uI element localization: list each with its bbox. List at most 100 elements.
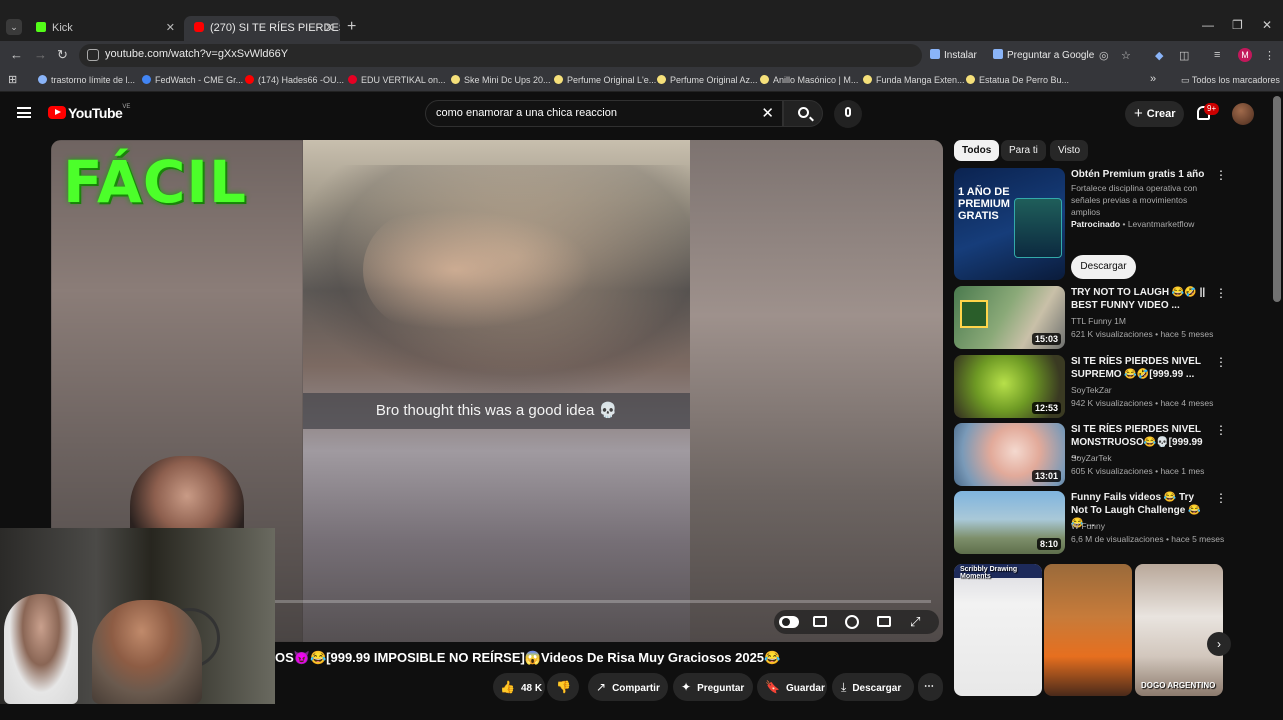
- new-tab-icon[interactable]: +: [347, 18, 356, 36]
- tab-search-button[interactable]: ⌄: [6, 19, 22, 35]
- channel-name[interactable]: TTL Funny 1M: [1071, 316, 1126, 326]
- tab-title: (270) SI TE RÍES PIERDES N: [210, 22, 340, 34]
- bookmark-favicon-icon: [348, 75, 357, 84]
- ad-download-button[interactable]: Descargar: [1071, 255, 1136, 279]
- close-tab-icon[interactable]: ✕: [166, 16, 175, 40]
- video-meta: 942 K visualizaciones • hace 4 meses: [1071, 398, 1214, 408]
- list-item[interactable]: 8:10 Funny Fails videos 😂 Try Not To Lau…: [954, 491, 1264, 554]
- chip-all[interactable]: Todos: [954, 140, 1000, 161]
- bookmark-favicon-icon: [863, 75, 872, 84]
- ad-thumbnail[interactable]: 1 AÑO DE PREMIUM GRATIS: [954, 168, 1065, 280]
- video-thumbnail[interactable]: 8:10: [954, 491, 1065, 554]
- search-icon: [798, 107, 809, 118]
- all-bookmarks-button[interactable]: ▭ Todos los marcadores: [1181, 75, 1280, 86]
- more-actions-button[interactable]: ⋯: [918, 673, 943, 701]
- video-scene-arm: [363, 210, 593, 330]
- chip-for-you[interactable]: Para ti: [1001, 140, 1046, 161]
- page-scrollbar[interactable]: [1273, 96, 1281, 302]
- ask-google-label: Preguntar a Google: [1007, 50, 1095, 61]
- tab-groups-icon[interactable]: ≡: [1214, 49, 1220, 61]
- youtube-logo[interactable]: YouTubeVE: [48, 104, 130, 123]
- bookmark-item[interactable]: Anillo Masónico | M...: [760, 75, 858, 85]
- video-thumbnail[interactable]: 15:03: [954, 286, 1065, 349]
- more-options-icon[interactable]: ⋮: [1215, 423, 1227, 437]
- video-thumbnail[interactable]: 12:53: [954, 355, 1065, 418]
- bookmark-star-icon[interactable]: ☆: [1121, 49, 1131, 62]
- subtitles-icon[interactable]: [813, 616, 827, 627]
- more-options-icon[interactable]: ⋮: [1215, 491, 1227, 505]
- more-options-icon[interactable]: ⋮: [1215, 355, 1227, 369]
- save-button[interactable]: 🔖 Guardar: [757, 673, 827, 701]
- search-input[interactable]: como enamorar a una chica reaccion ✕: [425, 100, 783, 127]
- video-duration: 13:01: [1031, 470, 1061, 482]
- channel-name[interactable]: SoyZarTek: [1071, 453, 1112, 463]
- more-options-icon[interactable]: ⋮: [1215, 168, 1227, 182]
- close-window-icon[interactable]: ✕: [1262, 18, 1272, 32]
- bookmark-item[interactable]: Estatua De Perro Bu...: [966, 75, 1069, 85]
- voice-search-button[interactable]: [834, 100, 862, 128]
- install-icon: [930, 49, 940, 59]
- more-bookmarks-icon[interactable]: »: [1150, 73, 1156, 85]
- extension-shield-icon[interactable]: ◆: [1155, 49, 1163, 62]
- search-button[interactable]: [783, 100, 823, 127]
- reload-icon[interactable]: ↻: [57, 47, 68, 63]
- tab-kick[interactable]: Kick ✕: [26, 16, 181, 41]
- more-options-icon[interactable]: ⋮: [1215, 286, 1227, 300]
- maximize-icon[interactable]: ❐: [1232, 18, 1243, 32]
- ad-chart-image: [1014, 198, 1062, 258]
- channel-name[interactable]: SoyTekZar: [1071, 385, 1112, 395]
- eye-off-icon[interactable]: ◎: [1099, 49, 1109, 62]
- bookmark-item[interactable]: (174) Hades66 -OU...: [245, 75, 344, 85]
- chip-watched[interactable]: Visto: [1050, 140, 1089, 161]
- autoplay-toggle[interactable]: [779, 616, 799, 628]
- menu-hamburger-icon[interactable]: [17, 107, 31, 118]
- list-item[interactable]: 13:01 SI TE RÍES PIERDES NIVEL MONSTRUOS…: [954, 423, 1264, 486]
- ask-google-button[interactable]: Preguntar a Google: [993, 47, 1094, 65]
- close-tab-icon[interactable]: ✕: [325, 16, 334, 40]
- video-meta: 605 K visualizaciones • hace 1 mes: [1071, 466, 1205, 476]
- clear-search-icon[interactable]: ✕: [761, 104, 774, 122]
- list-item[interactable]: 12:53 SI TE RÍES PIERDES NIVEL SUPREMO 😂…: [954, 355, 1264, 418]
- site-info-icon[interactable]: [87, 49, 99, 61]
- short-card[interactable]: [1044, 564, 1132, 696]
- create-button[interactable]: + Crear: [1125, 101, 1184, 127]
- profile-avatar[interactable]: M: [1238, 48, 1252, 62]
- miniplayer-icon[interactable]: [877, 616, 891, 627]
- bookmark-item[interactable]: Funda Manga Exten...: [863, 75, 965, 85]
- bookmark-item[interactable]: Perfume Original L'e...: [554, 75, 656, 85]
- share-button[interactable]: ↗ Compartir: [588, 673, 668, 701]
- bookmark-item[interactable]: FedWatch - CME Gr...: [142, 75, 243, 85]
- minimize-icon[interactable]: —: [1202, 18, 1214, 32]
- extensions-puzzle-icon[interactable]: ◫: [1179, 49, 1189, 62]
- channel-name[interactable]: W Funny: [1071, 521, 1105, 531]
- dislike-button[interactable]: 👎: [547, 673, 579, 701]
- address-bar[interactable]: youtube.com/watch?v=gXxSvWld66Y: [79, 44, 922, 67]
- short-card[interactable]: DOGO ARGENTINO: [1135, 564, 1223, 696]
- list-item[interactable]: 15:03 TRY NOT TO LAUGH 😂🤣 || BEST FUNNY …: [954, 286, 1264, 349]
- video-title[interactable]: TRY NOT TO LAUGH 😂🤣 || BEST FUNNY VIDEO …: [1071, 286, 1211, 312]
- install-button[interactable]: Instalar: [930, 47, 977, 65]
- sponsored-ad[interactable]: 1 AÑO DE PREMIUM GRATIS Obtén Premium gr…: [954, 168, 1264, 280]
- ask-button[interactable]: ✦ Preguntar: [673, 673, 753, 701]
- download-button[interactable]: ⤓ Descargar: [832, 673, 914, 701]
- bookmark-item[interactable]: EDU VERTIKAL on...: [348, 75, 446, 85]
- settings-gear-icon[interactable]: [845, 615, 859, 629]
- back-icon[interactable]: ←: [10, 47, 23, 62]
- short-card[interactable]: Scribbly Drawing Moments: [954, 564, 1042, 696]
- ad-title[interactable]: Obtén Premium gratis 1 año: [1071, 168, 1211, 181]
- account-avatar[interactable]: [1232, 103, 1254, 125]
- apps-grid-icon[interactable]: ⊞: [8, 73, 17, 86]
- chrome-menu-icon[interactable]: ⋮: [1264, 49, 1275, 62]
- bookmark-item[interactable]: Perfume Original Az...: [657, 75, 758, 85]
- forward-icon[interactable]: →: [34, 47, 47, 62]
- shorts-next-button[interactable]: ›: [1207, 632, 1231, 656]
- fullscreen-icon[interactable]: ⤢: [910, 615, 924, 629]
- like-button[interactable]: 👍 48 K: [493, 673, 545, 701]
- video-thumbnail[interactable]: 13:01: [954, 423, 1065, 486]
- tab-youtube[interactable]: (270) SI TE RÍES PIERDES N ✕: [184, 16, 340, 41]
- video-title[interactable]: SI TE RÍES PIERDES NIVEL SUPREMO 😂🤣[999.…: [1071, 355, 1211, 381]
- search-query: como enamorar a una chica reaccion: [436, 107, 617, 119]
- video-blur-right: [690, 140, 943, 642]
- bookmark-item[interactable]: Ske Mini Dc Ups 20...: [451, 75, 551, 85]
- bookmark-item[interactable]: trastorno límite de l...: [38, 75, 135, 85]
